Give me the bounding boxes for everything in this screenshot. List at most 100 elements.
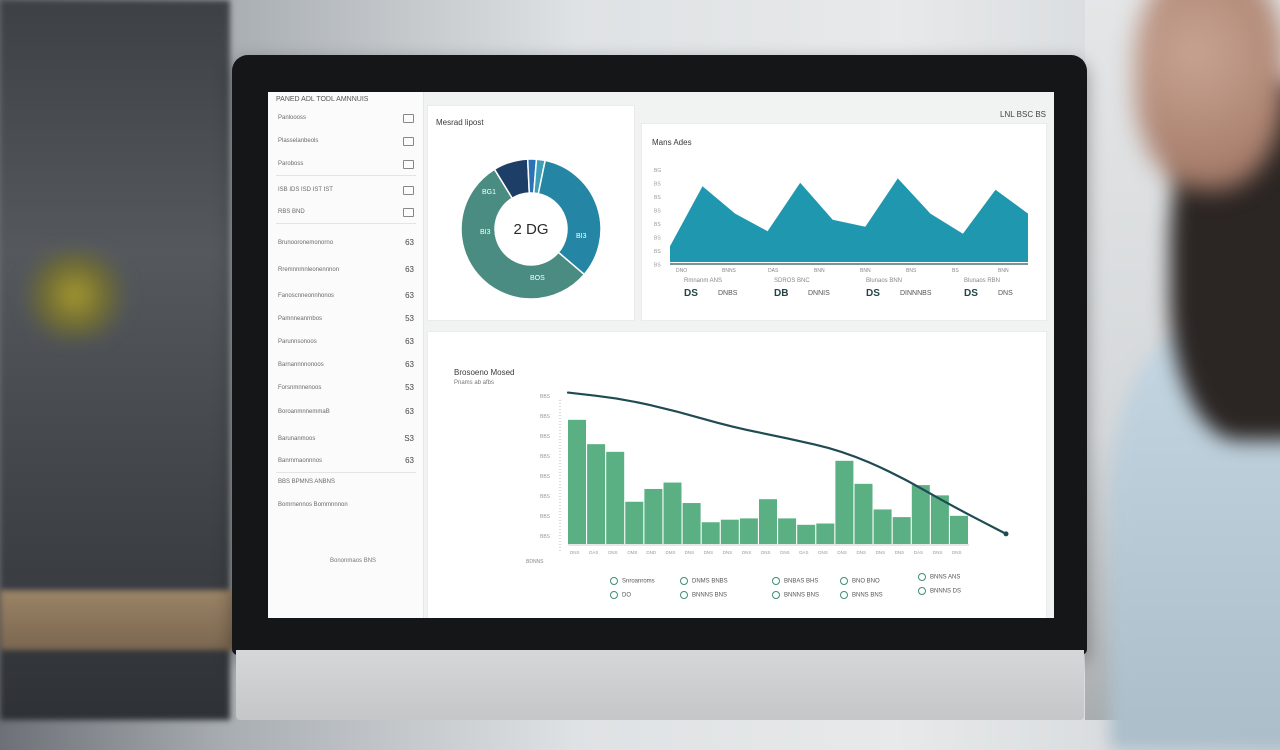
sidebar-item-label: Paroboss — [278, 161, 304, 167]
bar — [625, 501, 644, 544]
bar-x-tick-label: DNS — [876, 550, 886, 555]
bar — [950, 515, 968, 544]
area-x-tick-label: BNS — [906, 268, 917, 274]
area-x-tick-label: BNN — [860, 268, 871, 274]
sidebar-item-label: ISB IDS ISD IST IST — [278, 187, 333, 193]
sidebar-divider — [276, 223, 416, 224]
sidebar-item[interactable]: RBS BND — [276, 206, 416, 220]
legend-swatch-icon — [918, 573, 926, 581]
legend-swatch-icon — [918, 587, 926, 595]
bar-x-tick-label: OMS — [627, 550, 637, 555]
stat-value: DB — [774, 288, 789, 299]
box-icon — [403, 137, 414, 146]
legend-label: DNMS BNBS — [692, 578, 728, 585]
sidebar-item[interactable]: Forsnmnnenoos 53 — [276, 382, 416, 396]
bar-bottom-label: BDNNS — [526, 559, 544, 565]
sidebar-item[interactable]: Bomrnennos Bommnnnon — [276, 499, 416, 513]
sidebar-item-label: Rremnnmnleonennnon — [278, 267, 340, 273]
sidebar-item[interactable]: Panloooss — [276, 112, 416, 126]
trend-line-end-point — [1003, 531, 1009, 537]
bar-x-tick-label: DNS — [723, 550, 733, 555]
sidebar-item-label: Panloooss — [278, 115, 307, 121]
bar — [854, 483, 873, 544]
sidebar-item-label: BoroanmnnemmaB — [278, 409, 330, 415]
sidebar-item[interactable]: Barnannnnonoos 63 — [276, 359, 416, 373]
sidebar-item-value: S3 — [404, 434, 414, 443]
bar-x-tick-label: DNS — [742, 550, 752, 555]
sidebar-item[interactable]: BBS BPMNS ANBNS — [276, 476, 416, 490]
sidebar-item-label: Banrnmaonnnos — [278, 458, 323, 464]
bar-x-tick-label: DNS — [761, 550, 771, 555]
legend-label: BNNS BNS — [852, 592, 883, 599]
sidebar-item[interactable]: Parunnsonoos 63 — [276, 336, 416, 350]
stat-sub-label: DNS — [998, 290, 1013, 297]
bar — [568, 419, 586, 544]
bar — [739, 518, 758, 544]
bar — [606, 451, 625, 544]
box-icon — [403, 114, 414, 123]
legend-label: BNNNS DS — [930, 588, 962, 595]
area-x-tick-label: DAS — [768, 268, 779, 274]
bar-y-tick-label: BBS — [540, 534, 551, 540]
sidebar-item-value: 63 — [405, 456, 414, 465]
legend-label: Snroanroms — [622, 578, 655, 585]
sidebar-item-value: 63 — [405, 265, 414, 274]
bar — [720, 519, 739, 544]
donut-card: Mesrad lipost 2 DG BG1 BI3 BI3 BOS — [428, 106, 634, 320]
bar — [892, 517, 911, 544]
sidebar-item[interactable]: Barunanmoos S3 — [276, 433, 416, 447]
area-y-tick-label: BS — [654, 263, 661, 269]
sidebar-item[interactable]: ISB IDS ISD IST IST — [276, 184, 416, 198]
stat-value: DS — [964, 288, 978, 299]
sidebar-item[interactable]: Plasselanbeols — [276, 135, 416, 149]
sidebar-item-label: Plasselanbeols — [278, 138, 319, 144]
bar-y-tick-label: BBS — [540, 434, 551, 440]
sidebar-item-label: RBS BND — [278, 209, 305, 215]
donut-card-title: Mesrad lipost — [436, 118, 484, 127]
sidebar-title: PANED ADL TODL AMNNUIS — [276, 96, 369, 103]
area-x-tick-label: BNNS — [722, 268, 737, 274]
dashboard-screen: PANED ADL TODL AMNNUIS Panloooss Plassela… — [268, 92, 1054, 618]
donut-segment-label: BG1 — [482, 189, 496, 196]
monitor-chin — [236, 650, 1084, 720]
area-x-tick-label: BS — [952, 268, 959, 274]
legend-item: BNBAS BHS — [772, 577, 818, 585]
bar — [587, 444, 606, 544]
sidebar-item[interactable]: Fanoscnneonnhonos 63 — [276, 290, 416, 304]
sidebar-item[interactable]: Brunooronemonorno 63 — [276, 237, 416, 251]
legend-label: BNNNS BNS — [692, 592, 728, 599]
legend-item: DNMS BNBS — [680, 577, 728, 585]
bar — [835, 460, 854, 544]
legend-label: BNNNS BNS — [784, 592, 820, 599]
legend-swatch-icon — [772, 591, 780, 599]
sidebar-item-label: Bomrnennos Bommnnnon — [278, 502, 348, 508]
sidebar-item-label: Brunooronemonorno — [278, 240, 334, 246]
bar — [911, 485, 930, 544]
bar-x-tick-label: DNS — [952, 550, 962, 555]
stat-top-label: Blunaos BNN — [866, 278, 903, 284]
legend-swatch-icon — [840, 591, 848, 599]
legend-swatch-icon — [610, 591, 618, 599]
sidebar-item[interactable]: Pamnneanrnbos 53 — [276, 313, 416, 327]
sidebar-item[interactable]: Paroboss — [276, 158, 416, 172]
legend-label: BNBAS BHS — [784, 578, 819, 585]
stat-value: DS — [684, 288, 698, 299]
bar-x-tick-label: DNS — [818, 550, 828, 555]
legend-item: DO — [610, 591, 631, 599]
sidebar-item[interactable]: BoroanmnnemmaB 63 — [276, 406, 416, 420]
bar-x-tick-label: DAS — [589, 550, 598, 555]
stat-value: DS — [866, 288, 880, 299]
sidebar-item-label: Parunnsonoos — [278, 339, 317, 345]
area-y-tick-label: BS — [654, 249, 661, 255]
legend-label: DO — [622, 592, 631, 599]
sidebar-item[interactable]: Banrnmaonnnos 63 — [276, 455, 416, 469]
sidebar-divider — [276, 175, 416, 176]
bar-chart-card: Brosoeno Mosed Pnams ab afbs BBS BBS BBS BB… — [428, 332, 1046, 618]
box-icon — [403, 208, 414, 217]
sidebar-item[interactable]: Rremnnmnleonennnon 63 — [276, 264, 416, 278]
sidebar-item-label: Barunanmoos — [278, 436, 316, 442]
bar-y-tick-label: BBS — [540, 514, 551, 520]
legend-swatch-icon — [680, 577, 688, 585]
sidebar-divider — [276, 472, 416, 473]
area-x-tick-label: DNO — [676, 268, 687, 274]
